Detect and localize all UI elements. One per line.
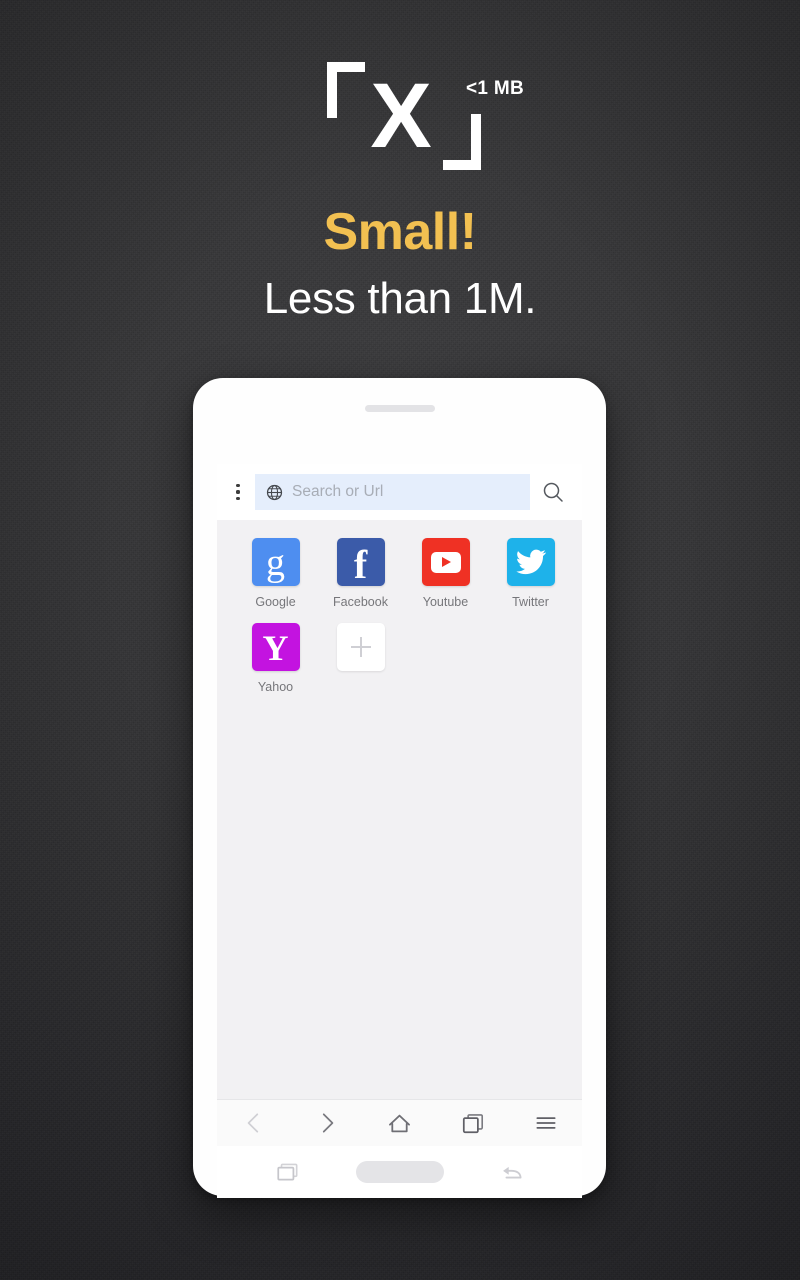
headline-block: Small! Less than 1M. [0, 205, 800, 324]
hamburger-icon [535, 1117, 556, 1129]
back-button[interactable] [230, 1103, 278, 1143]
home-icon [389, 1114, 410, 1132]
logo-letter: X [370, 65, 431, 167]
shortcut-label: Yahoo [257, 680, 294, 694]
facebook-icon: f [336, 538, 385, 586]
phone-screen: Search or Url g Google f Facebook Youtub… [217, 464, 582, 1099]
phone-mockup: Search or Url g Google f Facebook Youtub… [193, 378, 606, 1198]
back-button-system[interactable] [491, 1157, 533, 1187]
bracket-close-icon [443, 114, 481, 170]
kebab-menu-icon[interactable] [229, 480, 247, 504]
logo-mark: X <1 MB [325, 62, 524, 170]
home-button[interactable] [376, 1103, 424, 1143]
search-icon [543, 482, 563, 502]
shortcut-grid: g Google f Facebook Youtube Twitter Y Ya… [217, 520, 582, 694]
headline-primary: Small! [323, 203, 477, 261]
shortcut-twitter[interactable]: Twitter [498, 538, 563, 609]
google-icon: g [251, 538, 300, 586]
twitter-icon [506, 538, 555, 586]
forward-button[interactable] [303, 1103, 351, 1143]
youtube-icon [421, 538, 470, 586]
yahoo-icon: Y [251, 623, 300, 671]
shortcut-youtube[interactable]: Youtube [413, 538, 478, 609]
search-input[interactable]: Search or Url [255, 474, 530, 510]
browser-toolbar [217, 1099, 582, 1146]
search-button[interactable] [538, 480, 568, 504]
bracket-open-icon [327, 62, 365, 118]
shortcut-google[interactable]: g Google [243, 538, 308, 609]
shortcut-label: Youtube [422, 595, 469, 609]
menu-button[interactable] [522, 1103, 570, 1143]
chevron-right-icon [322, 1113, 333, 1133]
chevron-left-icon [247, 1113, 258, 1133]
app-logo: X <1 MB [0, 62, 800, 172]
recents-square-icon [276, 1163, 297, 1181]
home-pill-icon[interactable] [355, 1161, 444, 1183]
shortcut-facebook[interactable]: f Facebook [328, 538, 393, 609]
tabs-button[interactable] [449, 1103, 497, 1143]
shortcut-label: Facebook [333, 595, 388, 609]
shortcut-label: Twitter [512, 595, 549, 609]
headline-secondary: Less than 1M. [263, 273, 537, 323]
shortcut-add[interactable] [328, 623, 393, 694]
globe-icon [266, 484, 283, 500]
add-shortcut-icon [336, 623, 385, 671]
shortcut-yahoo[interactable]: Y Yahoo [243, 623, 308, 694]
back-arrow-icon [503, 1166, 522, 1178]
phone-speaker-grill [364, 405, 435, 412]
tabs-icon [462, 1114, 483, 1134]
system-navigation-bar [217, 1146, 582, 1198]
search-input-placeholder: Search or Url [292, 483, 384, 500]
promo-stage: X <1 MB Small! Less than 1M. Search or U… [0, 0, 800, 1280]
logo-size-badge: <1 MB [466, 78, 524, 99]
shortcut-label: Google [255, 595, 296, 609]
recents-button[interactable] [267, 1157, 309, 1187]
browser-address-bar: Search or Url [217, 464, 582, 520]
